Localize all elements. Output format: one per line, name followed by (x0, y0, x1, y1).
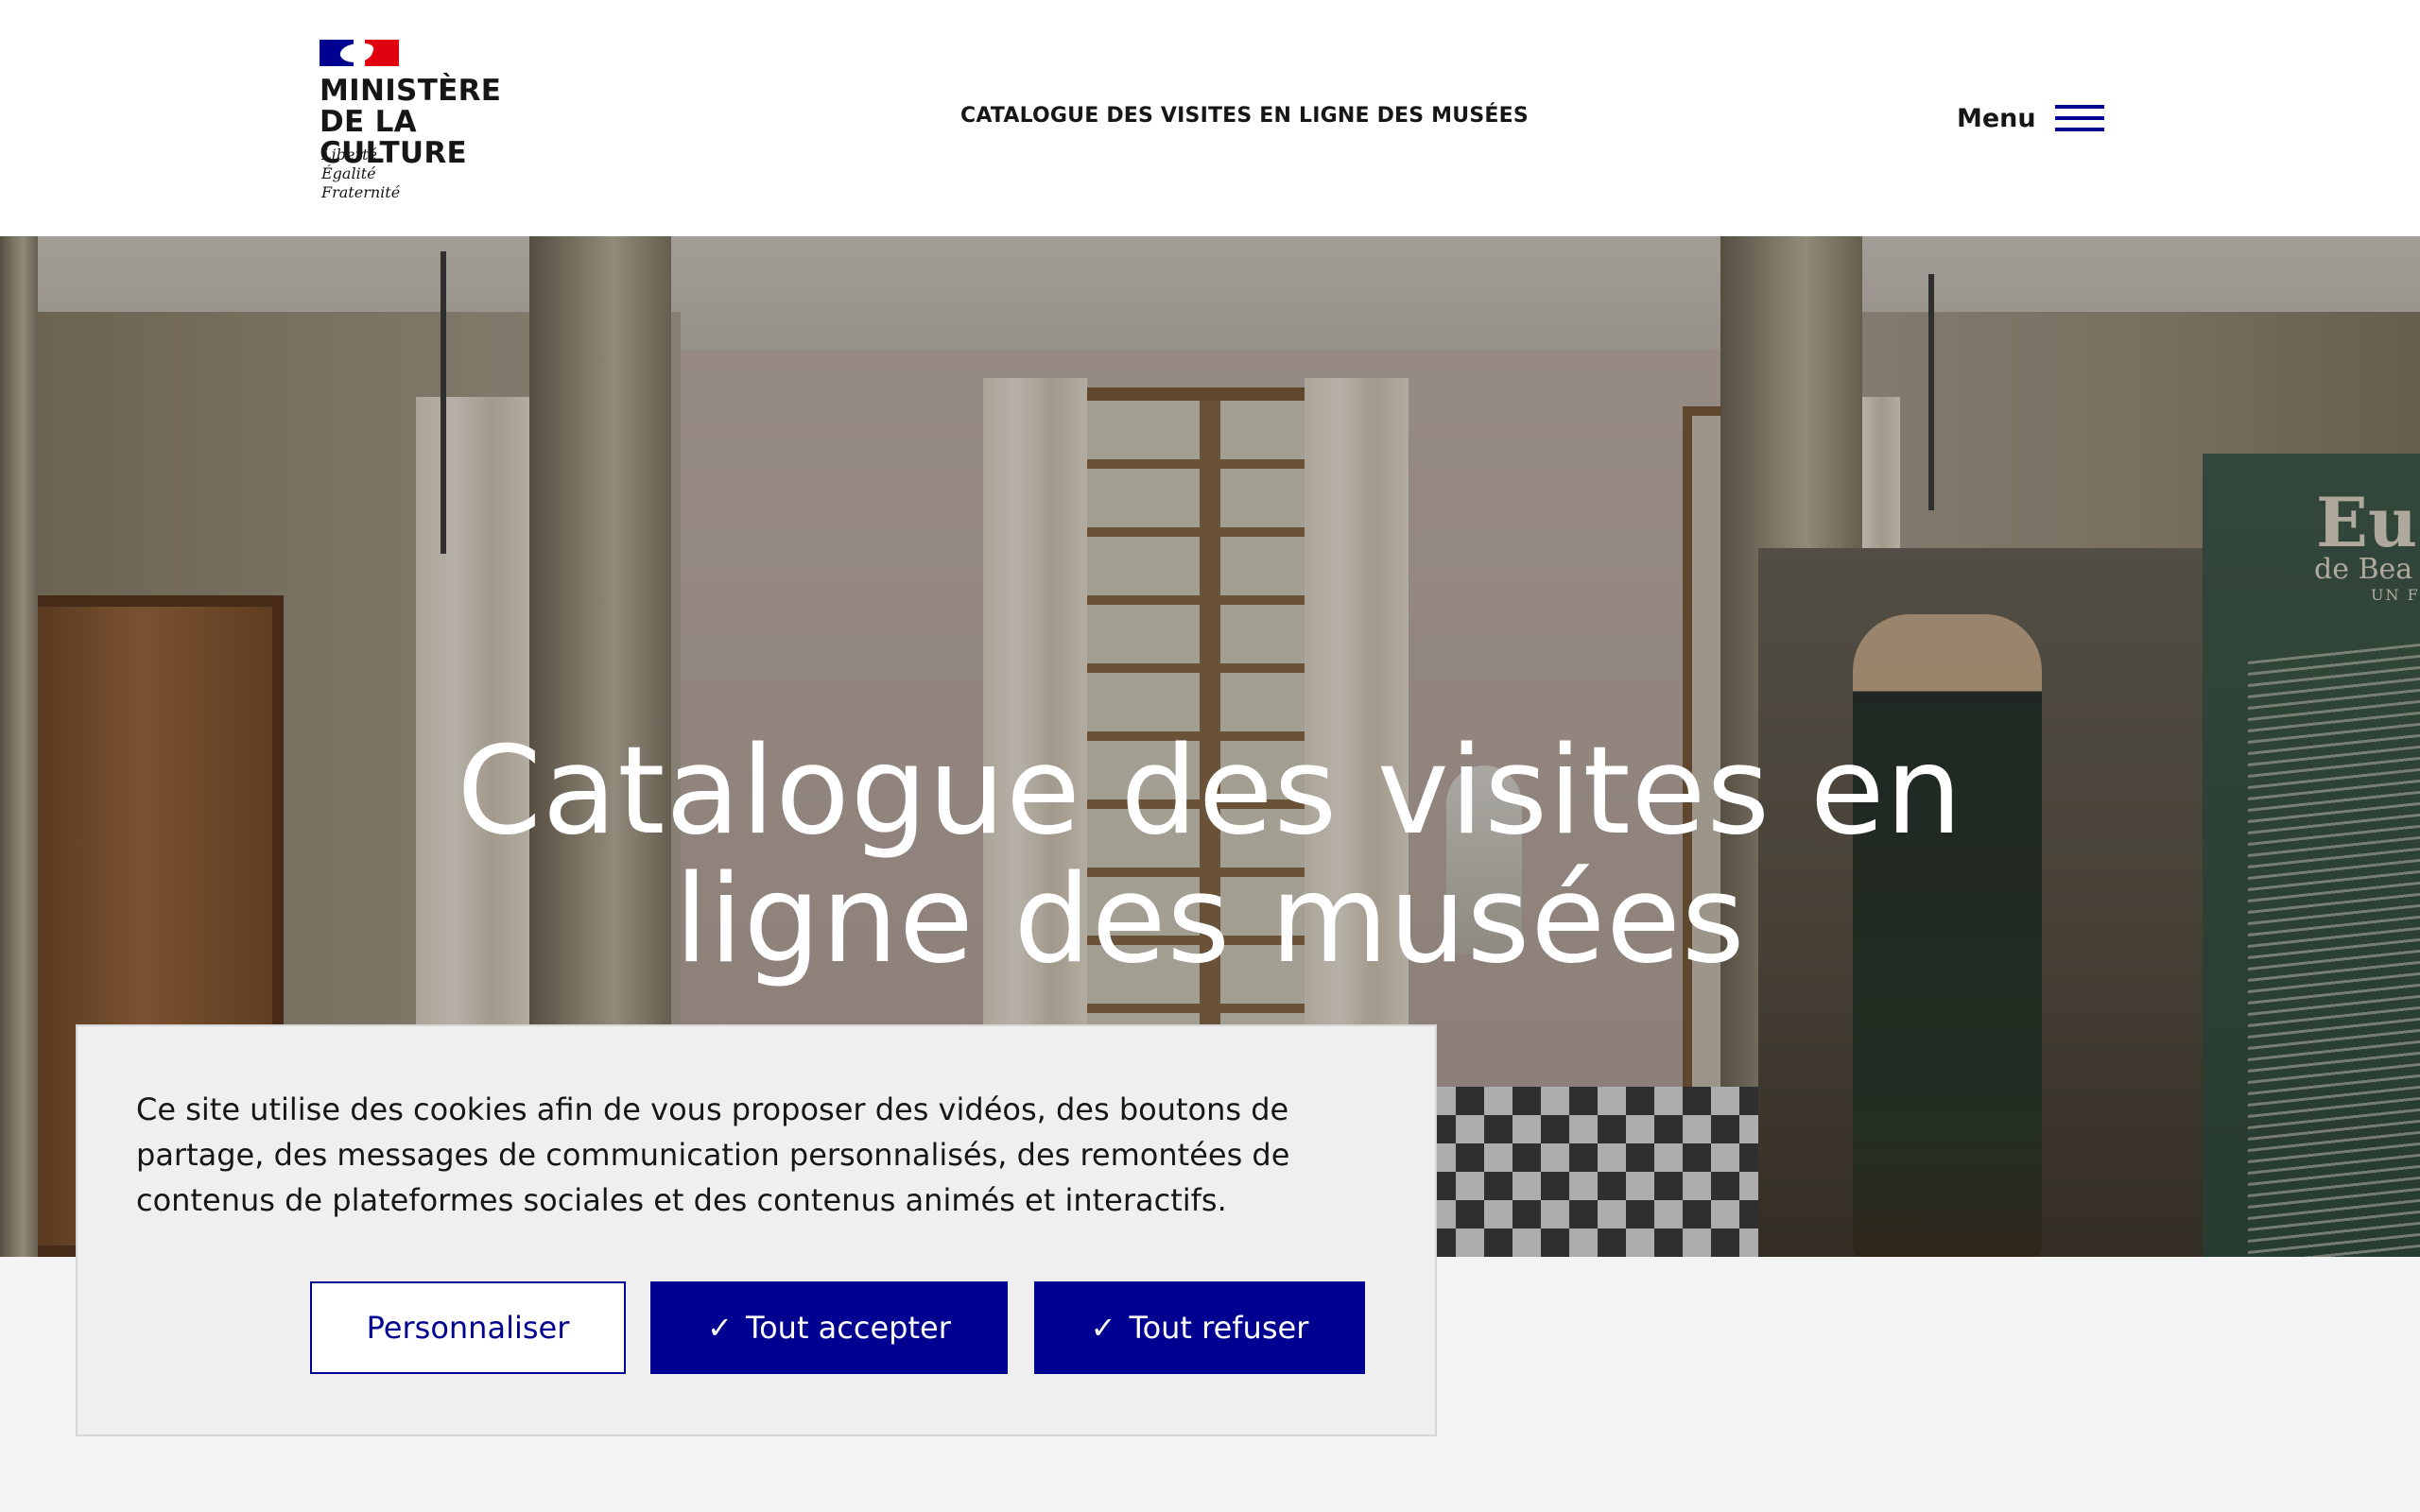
customize-label: Personnaliser (366, 1310, 570, 1346)
hero-title: Catalogue des visites en ligne des musée… (359, 728, 2061, 985)
check-icon: ✓ (707, 1310, 733, 1346)
marianne-flag-icon (320, 38, 399, 68)
refuse-all-button[interactable]: ✓ Tout refuser (1034, 1281, 1365, 1374)
cookie-banner-text: Ce site utilise des cookies afin de vous… (136, 1091, 1290, 1218)
site-title[interactable]: CATALOGUE DES VISITES EN LIGNE DES MUSÉE… (960, 104, 1529, 128)
motto-egalite: Égalité (321, 164, 376, 182)
motto-liberte: Liberté (321, 146, 377, 163)
refuse-all-label: Tout refuser (1129, 1310, 1309, 1346)
ministry-line-1: MINISTÈRE (320, 74, 502, 108)
hamburger-icon (2054, 105, 2104, 131)
check-icon: ✓ (1090, 1310, 1116, 1346)
ministry-logo[interactable]: MINISTÈRE DE LA CULTURE Liberté Égalité … (320, 38, 565, 208)
menu-button[interactable]: Menu (1957, 93, 2108, 144)
accept-all-label: Tout accepter (745, 1310, 951, 1346)
menu-label: Menu (1957, 103, 2036, 133)
hero-title-line-1: Catalogue des visites en (457, 721, 1963, 862)
hero-title-line-2: ligne des musées (674, 850, 1746, 990)
customize-button[interactable]: Personnaliser (310, 1281, 626, 1374)
accept-all-button[interactable]: ✓ Tout accepter (650, 1281, 1008, 1374)
republic-motto: Liberté Égalité Fraternité (321, 146, 510, 202)
site-header: MINISTÈRE DE LA CULTURE Liberté Égalité … (0, 0, 2420, 236)
cookie-banner: Ce site utilise des cookies afin de vous… (76, 1024, 1437, 1436)
motto-fraternite: Fraternité (321, 183, 401, 201)
